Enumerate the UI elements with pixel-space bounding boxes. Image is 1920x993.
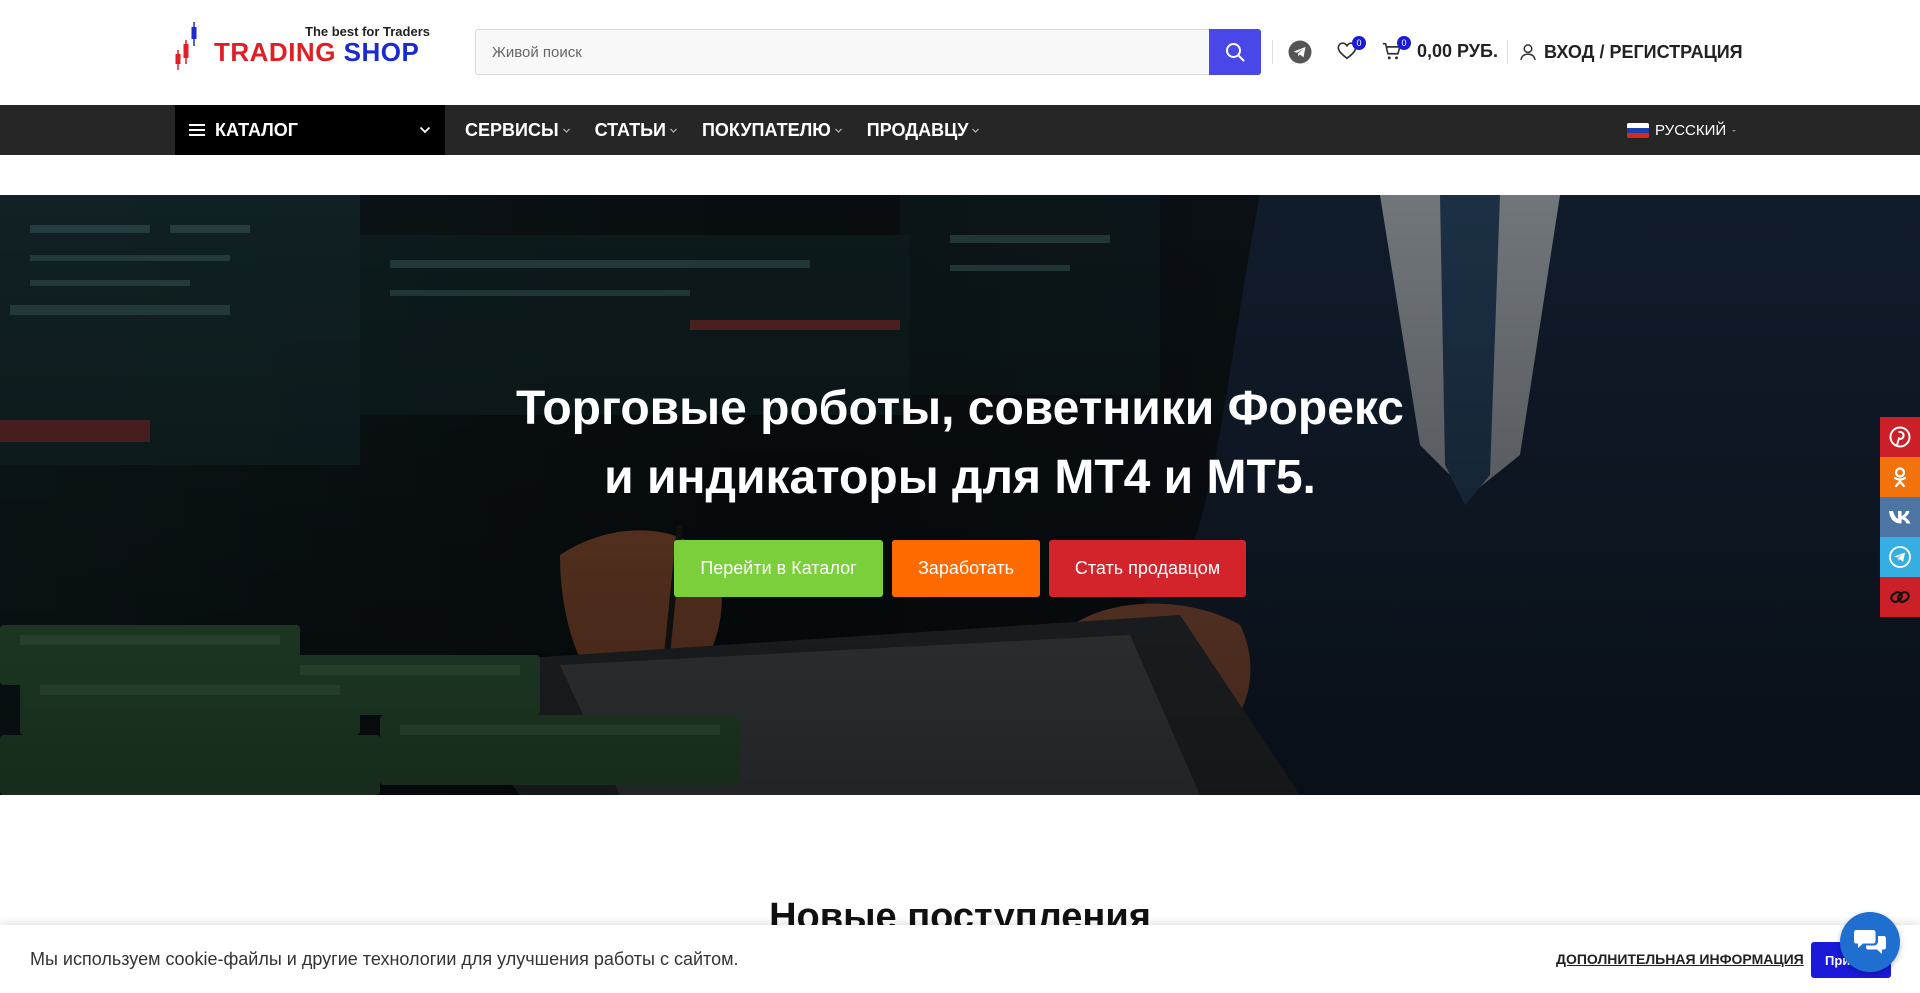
cookie-banner: Мы используем cookie-файлы и другие техн… bbox=[0, 925, 1920, 993]
chat-icon bbox=[1854, 930, 1886, 954]
cookie-more-info-link[interactable]: ДОПОЛНИТЕЛЬНАЯ ИНФОРМАЦИЯ bbox=[1556, 951, 1804, 967]
logo-wordmark-part2: SHOP bbox=[343, 37, 420, 67]
login-register-link[interactable]: ВХОД / РЕГИСТРАЦИЯ bbox=[1518, 40, 1743, 64]
share-telegram-button[interactable] bbox=[1880, 537, 1920, 577]
chevron-down-icon bbox=[562, 128, 570, 133]
main-navigation: КАТАЛОГ СЕРВИСЫ СТАТЬИ ПОКУПАТЕЛЮ ПРОДАВ… bbox=[0, 105, 1920, 155]
russia-flag-icon bbox=[1627, 123, 1649, 138]
logo-wordmark: TRADING SHOP bbox=[214, 37, 419, 68]
nav-item-label: СТАТЬИ bbox=[594, 119, 666, 140]
hero-title-line-2: и индикаторы для MT4 и MT5. bbox=[604, 451, 1316, 504]
link-icon bbox=[1890, 591, 1910, 603]
search-box bbox=[475, 29, 1261, 75]
nav-item-buyer[interactable]: ПОКУПАТЕЛЮ bbox=[702, 120, 843, 141]
share-odnoklassniki-button[interactable] bbox=[1880, 457, 1920, 497]
telegram-icon bbox=[1889, 546, 1911, 568]
nav-item-seller[interactable]: ПРОДАВЦУ bbox=[867, 120, 981, 141]
nav-item-label: СЕРВИСЫ bbox=[465, 119, 559, 140]
pinterest-icon bbox=[1889, 426, 1911, 448]
catalog-label: КАТАЛОГ bbox=[215, 119, 299, 140]
search-icon bbox=[1226, 43, 1245, 62]
nav-menu: СЕРВИСЫ СТАТЬИ ПОКУПАТЕЛЮ ПРОДАВЦУ bbox=[465, 105, 1004, 155]
header-divider bbox=[1507, 40, 1508, 64]
chevron-down-icon bbox=[670, 128, 677, 133]
catalog-menu-button[interactable]: КАТАЛОГ bbox=[175, 105, 445, 155]
site-header: The best for Traders TRADING SHOP Живой … bbox=[0, 0, 1920, 105]
language-switcher[interactable]: РУССКИЙ bbox=[1627, 122, 1738, 139]
candlestick-logo-icon bbox=[175, 22, 197, 70]
nav-item-articles[interactable]: СТАТЬИ bbox=[595, 120, 678, 141]
hero-title: Торговые роботы, советники Форекс и инди… bbox=[360, 374, 1560, 512]
cart-count-badge: 0 bbox=[1397, 36, 1411, 50]
site-logo[interactable]: The best for Traders TRADING SHOP bbox=[174, 22, 430, 72]
nav-item-label: ПРОДАВЦУ bbox=[866, 119, 969, 140]
earn-button[interactable]: Заработать bbox=[892, 540, 1040, 597]
chevron-down-icon bbox=[972, 128, 980, 133]
hero-banner: Торговые роботы, советники Форекс и инди… bbox=[0, 195, 1920, 795]
wishlist-count-badge: 0 bbox=[1352, 36, 1366, 50]
chevron-down-icon bbox=[1732, 129, 1737, 132]
cart-total[interactable]: 0,00 РУБ. bbox=[1417, 41, 1498, 62]
odnoklassniki-icon bbox=[1893, 467, 1907, 488]
hamburger-icon bbox=[189, 124, 205, 136]
chevron-down-icon bbox=[834, 128, 842, 133]
nav-item-services[interactable]: СЕРВИСЫ bbox=[465, 120, 571, 141]
search-input[interactable] bbox=[476, 30, 1210, 74]
wishlist-button[interactable]: 0 bbox=[1336, 36, 1366, 64]
chat-widget-button[interactable] bbox=[1840, 912, 1900, 972]
login-register-label: ВХОД / РЕГИСТРАЦИЯ bbox=[1544, 41, 1743, 62]
share-vk-button[interactable] bbox=[1880, 497, 1920, 537]
go-to-catalog-button[interactable]: Перейти в Каталог bbox=[674, 540, 883, 597]
page: The best for Traders TRADING SHOP Живой … bbox=[0, 0, 1920, 993]
nav-item-label: ПОКУПАТЕЛЮ bbox=[701, 119, 831, 140]
telegram-icon[interactable] bbox=[1288, 40, 1312, 64]
share-link-button[interactable] bbox=[1880, 577, 1920, 617]
hero-buttons: Перейти в Каталог Заработать Стать прода… bbox=[0, 540, 1920, 597]
share-pinterest-button[interactable] bbox=[1880, 417, 1920, 457]
become-seller-button[interactable]: Стать продавцом bbox=[1049, 540, 1246, 597]
social-share-bar bbox=[1880, 417, 1920, 617]
chevron-down-icon bbox=[419, 126, 431, 134]
vk-icon bbox=[1889, 511, 1911, 524]
user-icon bbox=[1520, 44, 1536, 61]
language-label: РУССКИЙ bbox=[1655, 122, 1727, 139]
search-button[interactable] bbox=[1209, 29, 1261, 75]
hero-title-line-1: Торговые роботы, советники Форекс bbox=[516, 382, 1404, 435]
logo-wordmark-part1: TRADING bbox=[214, 37, 336, 67]
header-divider bbox=[1272, 40, 1273, 64]
cookie-message: Мы используем cookie-файлы и другие техн… bbox=[30, 949, 739, 969]
cart-button[interactable]: 0 bbox=[1381, 36, 1411, 64]
